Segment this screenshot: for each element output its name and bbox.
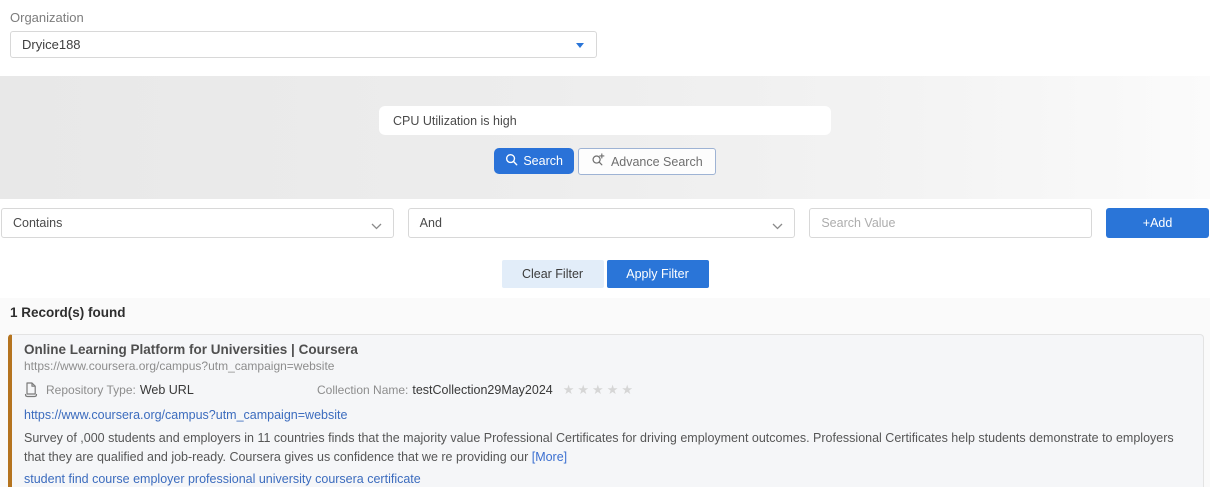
advance-search-icon [591, 153, 605, 170]
advance-search-button-label: Advance Search [610, 154, 703, 169]
filter-operator-select[interactable]: Contains [1, 208, 394, 238]
filter-conjunction-value: And [419, 216, 442, 230]
rating-stars[interactable]: ★★★★★ [563, 382, 636, 398]
filter-conjunction-select[interactable]: And [407, 208, 796, 238]
chevron-down-icon [772, 219, 783, 233]
add-filter-button[interactable]: +Add [1106, 208, 1209, 238]
repository-type-label: Repository Type: [46, 383, 136, 397]
organization-section: Organization Dryice188 [0, 0, 1210, 58]
organization-dropdown[interactable]: Dryice188 [10, 31, 597, 58]
filter-actions-row: Clear Filter Apply Filter [0, 260, 1210, 288]
collection-name-label: Collection Name: [317, 383, 409, 397]
result-meta-row: Repository Type: Web URL Collection Name… [24, 382, 1191, 398]
result-tags[interactable]: student find course employer professiona… [24, 472, 1191, 486]
chevron-down-icon [371, 219, 382, 233]
result-link[interactable]: https://www.coursera.org/campus?utm_camp… [24, 408, 1191, 422]
search-band: Search Advance Search [0, 76, 1210, 199]
filter-operator-value: Contains [13, 216, 63, 230]
collection-name-value: testCollection29May2024 [412, 383, 553, 397]
apply-filter-button[interactable]: Apply Filter [606, 260, 709, 288]
organization-selected-value: Dryice188 [22, 37, 81, 52]
document-icon [24, 382, 38, 398]
advance-search-button[interactable]: Advance Search [577, 148, 716, 175]
search-icon [505, 153, 518, 169]
result-title: Online Learning Platform for Universitie… [24, 342, 358, 357]
search-button-label: Search [523, 154, 563, 168]
results-section: 1 Record(s) found Online Learning Platfo… [0, 298, 1210, 487]
results-count: 1 Record(s) found [10, 305, 126, 320]
result-description-text: Survey of ,000 students and employers in… [24, 431, 1174, 464]
search-button[interactable]: Search [494, 148, 574, 174]
search-query-input[interactable] [379, 106, 831, 135]
more-link[interactable]: [More] [532, 450, 567, 464]
result-description: Survey of ,000 students and employers in… [24, 429, 1191, 467]
filter-row: Contains And +Add [0, 208, 1210, 238]
clear-filter-button[interactable]: Clear Filter [501, 260, 604, 288]
repository-type-value: Web URL [139, 383, 194, 397]
search-buttons-row: Search Advance Search [0, 148, 1210, 175]
repository-type-group: Repository Type: Web URL [24, 382, 317, 398]
caret-down-icon [576, 43, 584, 48]
result-card: Online Learning Platform for Universitie… [8, 334, 1204, 487]
result-subtitle-url: https://www.coursera.org/campus?utm_camp… [24, 359, 335, 373]
organization-label: Organization [10, 10, 84, 25]
filter-value-input[interactable] [809, 208, 1093, 238]
